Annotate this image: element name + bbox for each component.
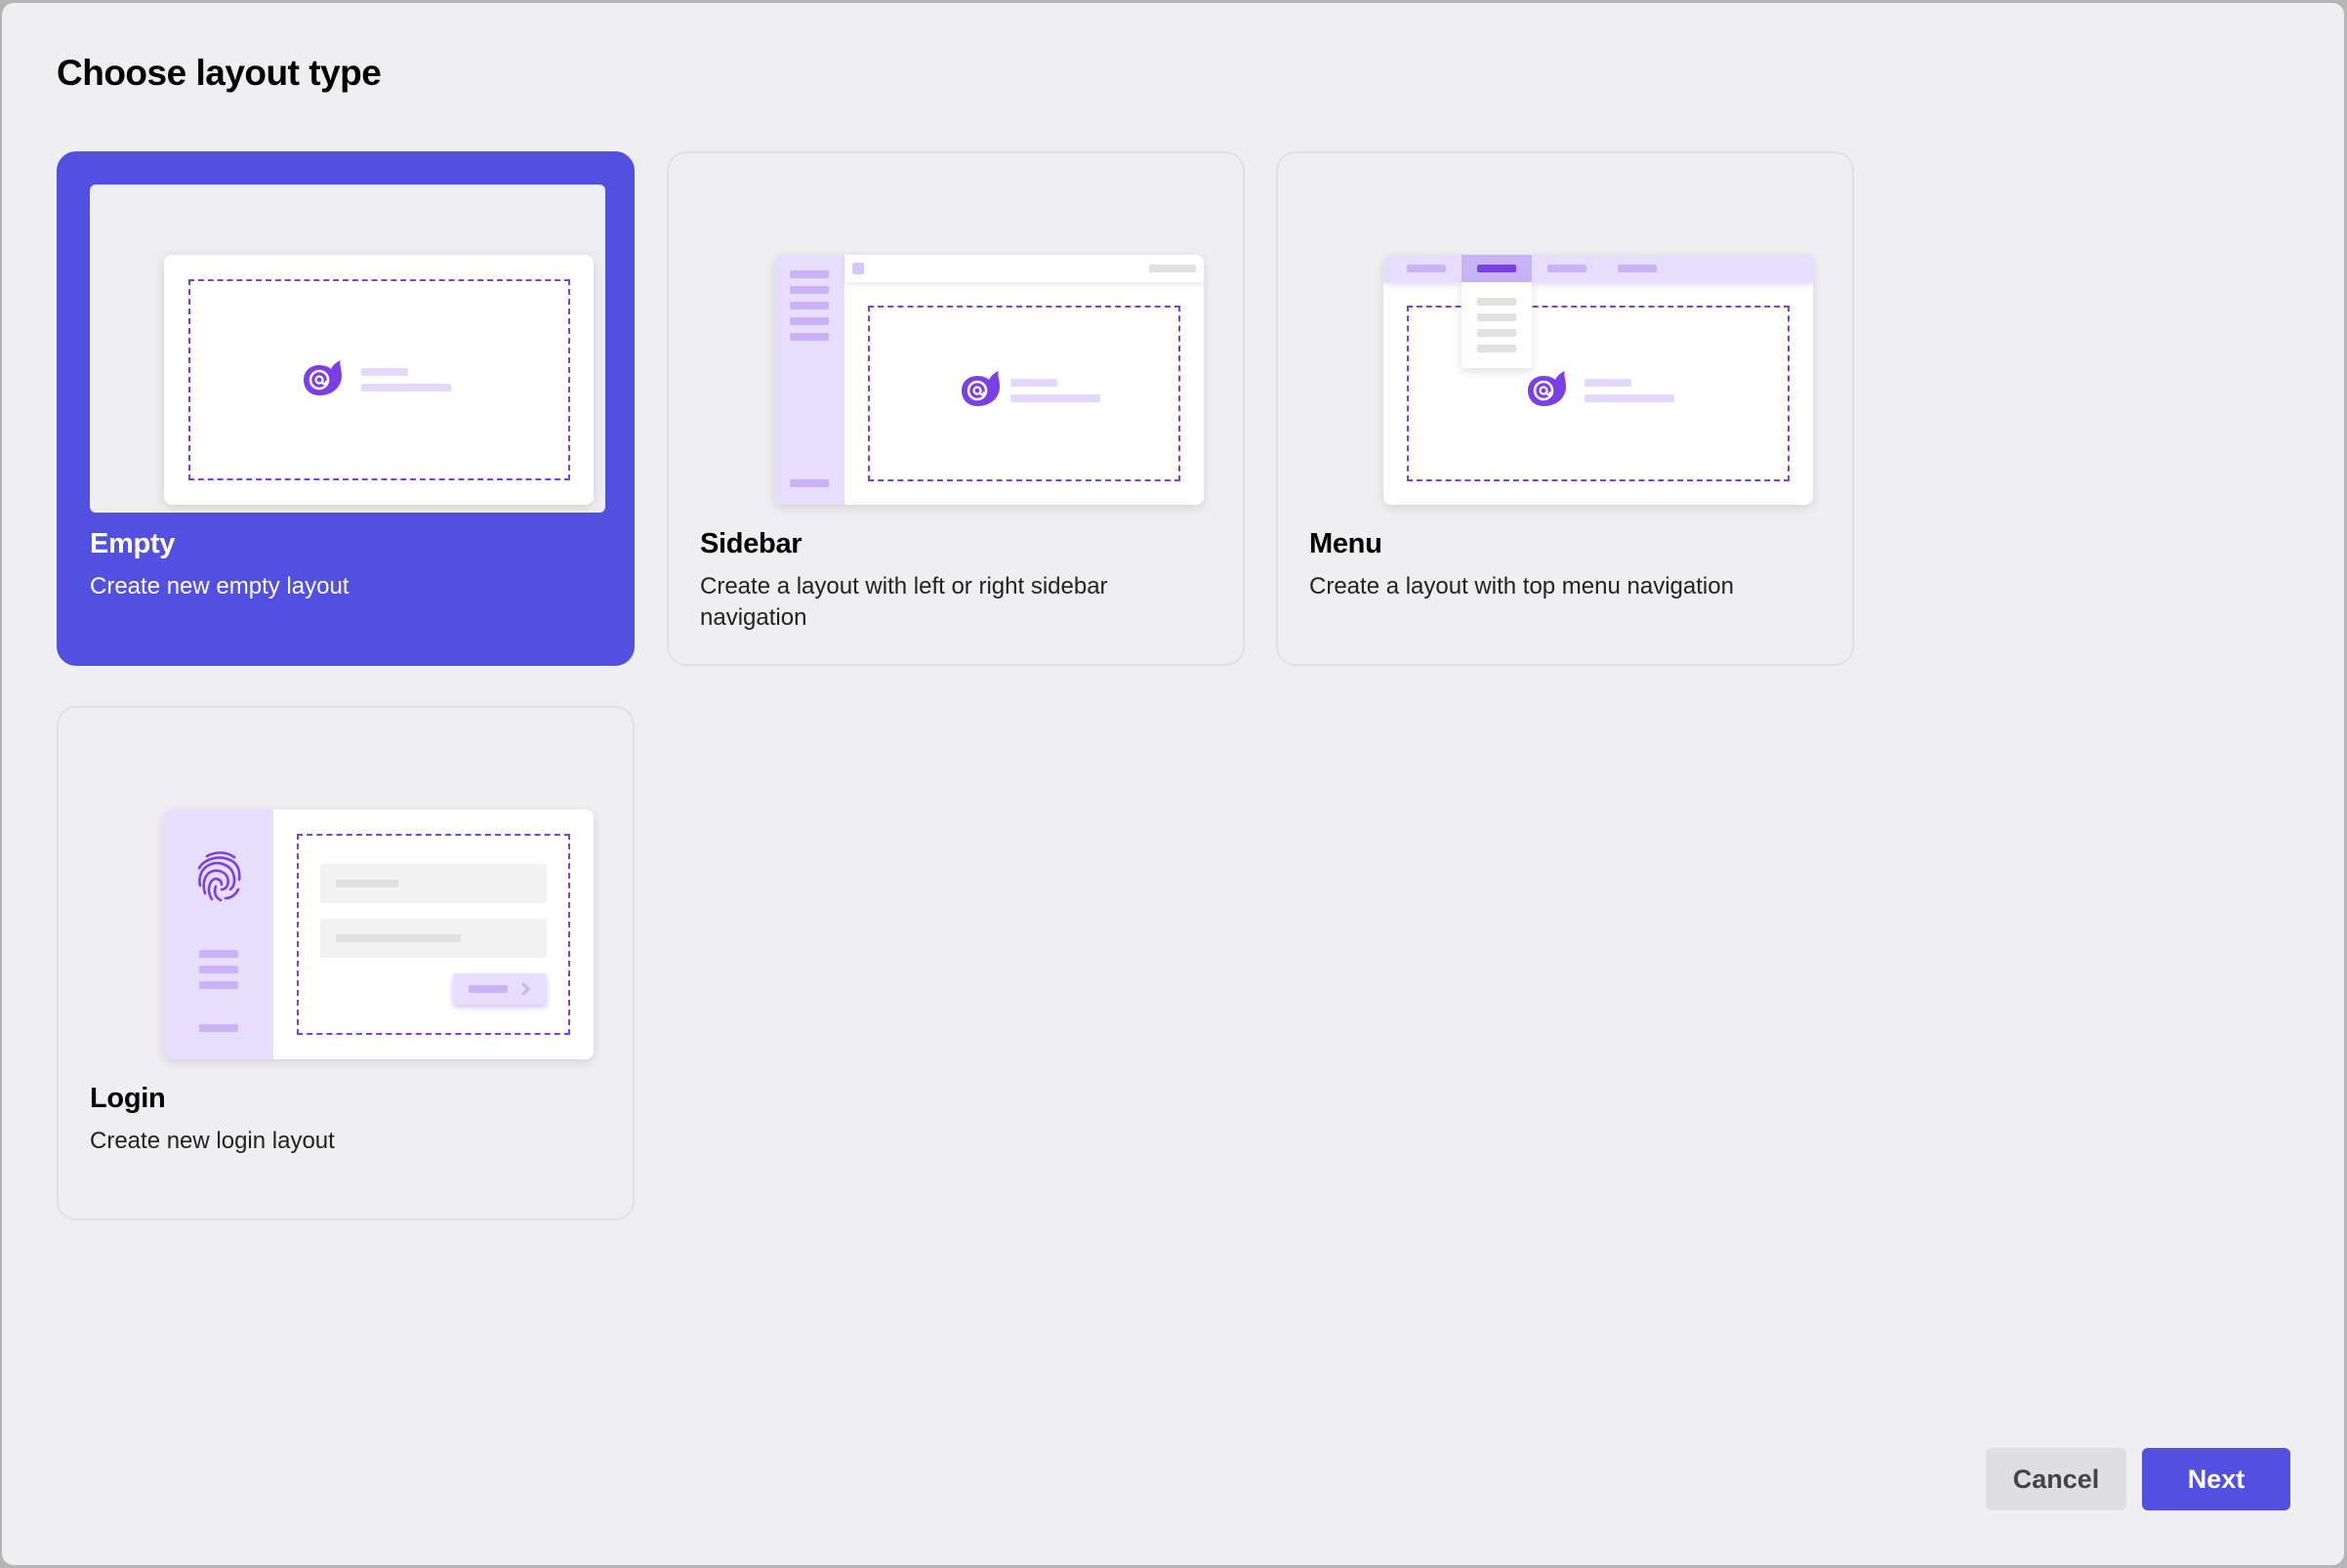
- sidebar-line: [790, 286, 829, 294]
- placeholder-line: [1010, 394, 1100, 402]
- placeholder-line: [1585, 379, 1631, 387]
- sidebar-line: [199, 966, 238, 973]
- dialog-title: Choose layout type: [57, 53, 382, 93]
- chevron-right-icon: [521, 982, 531, 996]
- dropdown-line: [1477, 298, 1516, 306]
- card-description: Create new empty layout: [90, 573, 350, 599]
- layout-card-login[interactable]: Login Create new login layout: [57, 706, 635, 1220]
- mini-input-password: [320, 919, 547, 958]
- sidebar-line: [790, 270, 829, 278]
- layout-card-empty[interactable]: Empty Create new empty layout: [57, 151, 635, 666]
- dropdown-line: [1477, 313, 1516, 321]
- card-description: Create a layout with left or right sideb…: [700, 573, 1108, 631]
- mini-login-button: [453, 973, 547, 1005]
- content-placeholder: [868, 306, 1180, 481]
- dropdown-line: [1477, 345, 1516, 352]
- mini-window: [774, 255, 1204, 505]
- blazor-at-flame-icon: [304, 360, 342, 395]
- sidebar-line: [199, 950, 238, 958]
- mini-menubar: [1383, 255, 1813, 282]
- button-line: [469, 985, 508, 993]
- mini-input-username: [320, 864, 547, 903]
- fingerprint-icon: [197, 851, 241, 902]
- card-description: Create new login layout: [90, 1128, 335, 1154]
- layout-preview: [90, 185, 605, 513]
- sidebar-line: [790, 317, 829, 325]
- card-title: Menu: [1309, 528, 1382, 559]
- cancel-button[interactable]: Cancel: [1986, 1448, 2126, 1510]
- blazor-at-flame-icon: [962, 371, 1000, 406]
- card-title: Sidebar: [700, 528, 803, 559]
- layout-preview: [1309, 185, 1825, 513]
- sidebar-line: [790, 302, 829, 309]
- input-placeholder-line: [336, 880, 398, 887]
- card-title: Login: [90, 1083, 166, 1114]
- menu-item-line: [1477, 265, 1516, 272]
- card-title: Empty: [90, 528, 176, 559]
- mini-window: [164, 809, 594, 1059]
- sidebar-line: [790, 333, 829, 341]
- sidebar-line: [199, 1024, 238, 1032]
- dropdown-line: [1477, 329, 1516, 337]
- input-placeholder-line: [336, 934, 461, 942]
- blazor-at-flame-icon: [1528, 371, 1566, 406]
- choose-layout-dialog: Choose layout type Empty Create new empt…: [2, 3, 2344, 1565]
- layout-card-sidebar[interactable]: Sidebar Create a layout with left or rig…: [667, 151, 1245, 666]
- placeholder-line: [361, 368, 408, 376]
- mini-window: [164, 255, 594, 505]
- topbar-square: [852, 263, 864, 274]
- layout-preview: [90, 739, 605, 1067]
- sidebar-line: [790, 479, 829, 487]
- mini-sidebar: [774, 255, 844, 505]
- placeholder-line: [1010, 379, 1057, 387]
- placeholder-line: [361, 384, 451, 392]
- content-placeholder: [188, 279, 570, 480]
- placeholder-line: [1585, 394, 1674, 402]
- mini-topbar: [844, 255, 1204, 282]
- mini-window: [1383, 255, 1813, 505]
- card-description: Create a layout with top menu navigation: [1309, 573, 1734, 599]
- topbar-line: [1149, 265, 1196, 272]
- menu-item-active: [1462, 255, 1532, 282]
- next-button[interactable]: Next: [2142, 1448, 2290, 1510]
- menu-item-line: [1407, 265, 1446, 272]
- layout-card-menu[interactable]: Menu Create a layout with top menu navig…: [1276, 151, 1854, 666]
- sidebar-line: [199, 981, 238, 989]
- mini-dropdown: [1462, 282, 1532, 368]
- layout-preview: [700, 185, 1215, 513]
- menu-item-line: [1547, 265, 1586, 272]
- mini-login-sidebar: [164, 809, 273, 1059]
- menu-item-line: [1618, 265, 1657, 272]
